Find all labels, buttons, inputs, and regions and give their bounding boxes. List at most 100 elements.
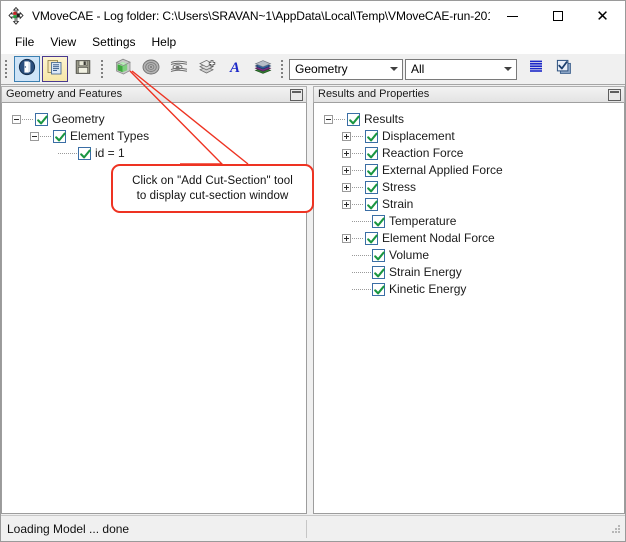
tree-item-label: Displacement [382, 129, 455, 143]
entity-type-value: Geometry [295, 62, 348, 76]
tree-row[interactable]: Displacement [314, 128, 624, 145]
tree-row[interactable]: Stress [314, 179, 624, 196]
tree-connector [352, 153, 364, 154]
checked-windows-icon [555, 58, 573, 81]
collapse-node-icon[interactable] [30, 132, 39, 141]
menu-help[interactable]: Help [144, 32, 185, 52]
select-all-button[interactable] [551, 56, 577, 82]
tree-checkbox[interactable] [372, 249, 385, 262]
tree-checkbox[interactable] [365, 232, 378, 245]
tree-connector [40, 136, 52, 137]
menu-file[interactable]: File [7, 32, 42, 52]
legend-bar-button[interactable] [523, 56, 549, 82]
toolbar: A Geometry All [1, 53, 625, 85]
expand-node-icon[interactable] [342, 132, 351, 141]
tree-row[interactable]: Strain Energy [314, 264, 624, 281]
toolbar-grip-2[interactable] [99, 58, 106, 80]
tree-row[interactable]: Strain [314, 196, 624, 213]
tree-checkbox[interactable] [347, 113, 360, 126]
results-tree[interactable]: Results Displacement Reaction Force Externa… [313, 103, 625, 514]
minimize-button[interactable] [490, 1, 535, 31]
gray-disc-icon [141, 58, 161, 81]
tree-connector [22, 119, 34, 120]
iso-surface-button[interactable] [138, 56, 164, 82]
menu-settings[interactable]: Settings [84, 32, 143, 52]
maximize-button[interactable] [535, 1, 580, 31]
add-cut-section-button[interactable] [110, 56, 136, 82]
filter-select[interactable]: All [405, 58, 517, 80]
restore-panel-icon[interactable] [290, 88, 303, 101]
add-layer-button[interactable] [194, 56, 220, 82]
tree-item-label: Strain Energy [389, 265, 462, 279]
chevron-down-icon[interactable] [385, 60, 402, 79]
toolbar-grip-1[interactable] [3, 58, 10, 80]
tree-checkbox[interactable] [78, 147, 91, 160]
left-panel-title: Geometry and Features [6, 88, 123, 100]
toolbar-grip-3[interactable] [279, 58, 286, 80]
expand-node-icon[interactable] [342, 200, 351, 209]
green-cube-cut-section-icon [112, 57, 134, 82]
copy-report-button[interactable] [42, 56, 68, 82]
window-title: VMoveCAE - Log folder: C:\Users\SRAVAN~1… [32, 9, 490, 23]
tree-row[interactable]: Reaction Force [314, 145, 624, 162]
menu-view[interactable]: View [42, 32, 84, 52]
tree-connector [352, 238, 364, 239]
color-layers-button[interactable] [250, 56, 276, 82]
tree-item-label: Geometry [52, 112, 105, 126]
tree-checkbox[interactable] [35, 113, 48, 126]
tree-item-label: Element Types [70, 129, 150, 143]
filter-value: All [411, 62, 425, 76]
tree-checkbox[interactable] [365, 198, 378, 211]
tree-row[interactable]: Geometry [2, 111, 306, 128]
tree-checkbox[interactable] [365, 130, 378, 143]
open-model-button[interactable] [14, 56, 40, 82]
tree-connector [352, 136, 364, 137]
collapse-node-icon[interactable] [324, 115, 333, 124]
window-controls: ✕ [490, 1, 625, 31]
tree-row[interactable]: Volume [314, 247, 624, 264]
expand-node-icon[interactable] [342, 183, 351, 192]
streamline-waves-icon [169, 58, 189, 81]
layers-plus-icon [197, 58, 217, 81]
chevron-down-icon[interactable] [499, 60, 516, 79]
tree-row[interactable]: Kinetic Energy [314, 281, 624, 298]
tree-row[interactable]: id = 1 [2, 145, 306, 162]
entity-type-select[interactable]: Geometry [289, 58, 403, 80]
tree-row[interactable]: External Applied Force [314, 162, 624, 179]
tree-row[interactable]: Element Types [2, 128, 306, 145]
tree-item-label: Stress [382, 180, 417, 194]
tree-connector [352, 170, 364, 171]
menu-bar: File View Settings Help [1, 31, 625, 53]
tree-checkbox[interactable] [53, 130, 66, 143]
streamline-button[interactable] [166, 56, 192, 82]
tree-item-label: id = 1 [95, 146, 125, 160]
tree-row[interactable]: Temperature [314, 213, 624, 230]
main-split-area: Geometry and Features Geometry Element Ty… [1, 86, 625, 514]
expand-node-icon[interactable] [342, 234, 351, 243]
application-window: VMoveCAE - Log folder: C:\Users\SRAVAN~1… [0, 0, 626, 542]
restore-panel-icon[interactable] [608, 88, 621, 101]
tree-checkbox[interactable] [365, 164, 378, 177]
tree-checkbox[interactable] [372, 266, 385, 279]
tree-connector [352, 204, 364, 205]
tree-checkbox[interactable] [372, 215, 385, 228]
tree-row[interactable]: Results [314, 111, 624, 128]
geometry-and-features-panel: Geometry and Features Geometry Element Ty… [1, 86, 307, 514]
collapse-node-icon[interactable] [12, 115, 21, 124]
tree-checkbox[interactable] [372, 283, 385, 296]
close-button[interactable]: ✕ [580, 1, 625, 31]
annotate-text-button[interactable]: A [222, 56, 248, 82]
resize-grip-icon[interactable] [609, 522, 623, 536]
tree-item-label: External Applied Force [382, 163, 503, 177]
save-button[interactable] [70, 56, 96, 82]
tree-row[interactable]: Element Nodal Force [314, 230, 624, 247]
results-and-properties-panel: Results and Properties Results Displaceme… [313, 86, 625, 514]
expand-node-icon[interactable] [342, 149, 351, 158]
tree-connector [352, 187, 364, 188]
tree-checkbox[interactable] [365, 181, 378, 194]
open-door-icon [18, 58, 36, 81]
tree-checkbox[interactable] [365, 147, 378, 160]
expand-node-icon[interactable] [342, 166, 351, 175]
